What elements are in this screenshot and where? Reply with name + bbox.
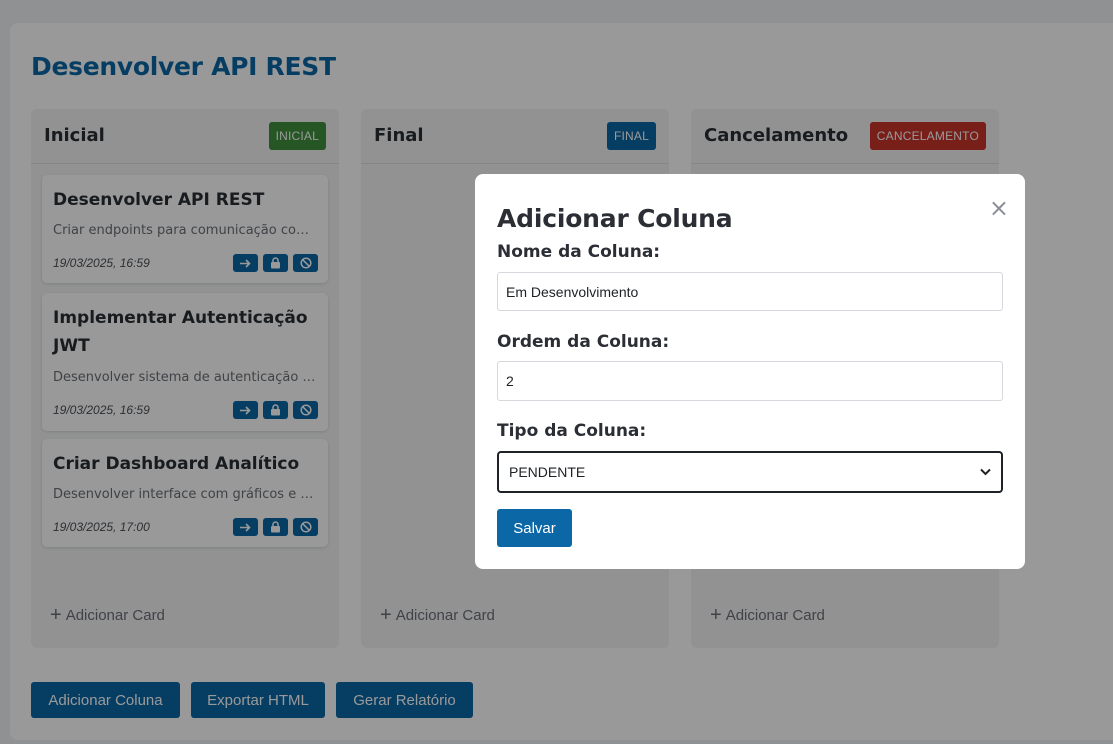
column-type-value: PENDENTE: [509, 464, 586, 480]
chevron-down-icon: [980, 468, 991, 476]
add-column-modal: Adicionar Coluna × Nome da Coluna: Em De…: [475, 174, 1025, 569]
column-order-input[interactable]: 2: [497, 361, 1003, 401]
save-button[interactable]: Salvar: [497, 509, 572, 547]
column-type-select[interactable]: PENDENTE: [497, 451, 1003, 493]
column-name-label: Nome da Coluna:: [497, 242, 661, 262]
modal-title: Adicionar Coluna: [497, 204, 733, 233]
close-icon[interactable]: ×: [989, 196, 1009, 220]
column-name-input[interactable]: Em Desenvolvimento: [497, 272, 1003, 311]
column-type-label: Tipo da Coluna:: [497, 421, 647, 441]
column-order-label: Ordem da Coluna:: [497, 332, 670, 352]
